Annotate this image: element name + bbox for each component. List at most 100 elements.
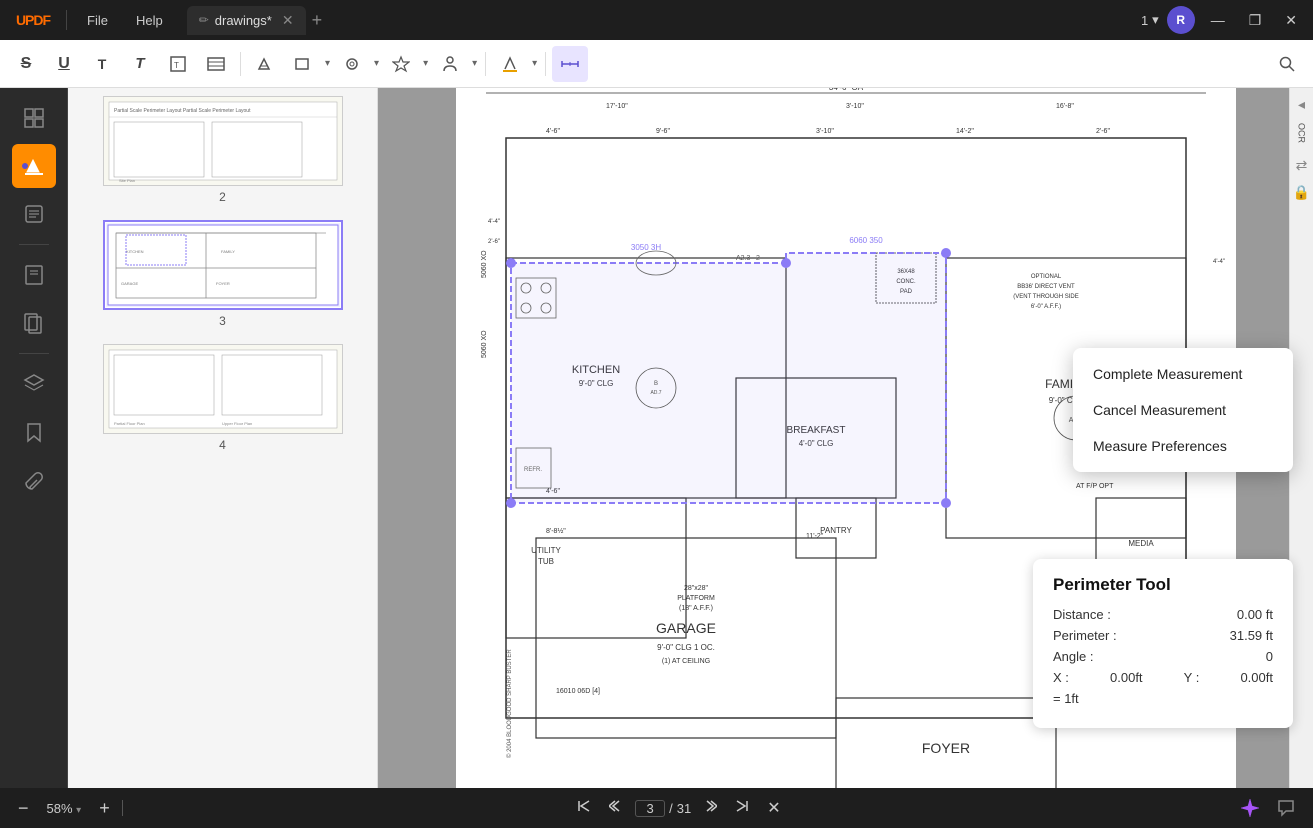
- help-menu[interactable]: Help: [124, 9, 175, 32]
- right-sidebar-convert[interactable]: ⇄: [1296, 157, 1308, 174]
- svg-text:(18" A.F.F.): (18" A.F.F.): [679, 605, 713, 612]
- sidebar-attachment-btn[interactable]: [12, 458, 56, 502]
- nav-last-btn[interactable]: [729, 795, 755, 822]
- sidebar-pages-btn[interactable]: [12, 301, 56, 345]
- sidebar-notes-btn[interactable]: [12, 192, 56, 236]
- tab-icon: ✏: [199, 13, 209, 27]
- zoom-in-btn[interactable]: +: [93, 796, 116, 821]
- right-sidebar-ocr[interactable]: OCR: [1297, 123, 1307, 143]
- sidebar-highlight-btn[interactable]: [12, 144, 56, 188]
- sidebar-active-dot: [22, 163, 28, 169]
- svg-text:TUB: TUB: [538, 557, 554, 566]
- sep2: [485, 52, 486, 76]
- cancel-measurement-item[interactable]: Cancel Measurement: [1073, 392, 1293, 428]
- sep1: [240, 52, 241, 76]
- sidebar-bookmark-btn[interactable]: [12, 410, 56, 454]
- sidebar-thumbnails-btn[interactable]: [12, 96, 56, 140]
- complete-measurement-item[interactable]: Complete Measurement: [1073, 356, 1293, 392]
- svg-text:A2.3: A2.3: [736, 255, 751, 262]
- stamp-btn[interactable]: [334, 46, 370, 82]
- color-fill-btn[interactable]: [492, 46, 528, 82]
- user-avatar[interactable]: R: [1167, 6, 1195, 34]
- close-bar-btn[interactable]: ✕: [761, 794, 786, 822]
- zoom-sep: [122, 800, 123, 816]
- text-box-btn[interactable]: T: [160, 46, 196, 82]
- file-menu[interactable]: File: [75, 9, 120, 32]
- strikethrough-btn[interactable]: S: [8, 46, 44, 82]
- main-area: Partial Scale Perimeter Layout Partial S…: [0, 88, 1313, 788]
- xy-row: X : 0.00ft Y : 0.00ft: [1053, 670, 1273, 685]
- chat-btn[interactable]: [1271, 793, 1301, 823]
- svg-text:UTILITY: UTILITY: [531, 546, 561, 555]
- shapes-arrow[interactable]: ▾: [323, 56, 332, 71]
- thumbnail-page-4[interactable]: Partial Floor Plan Upper Floor Plan 4: [68, 336, 377, 460]
- zoom-text: 58%: [47, 801, 73, 816]
- search-btn[interactable]: [1269, 46, 1305, 82]
- nav-prev-btn[interactable]: [603, 795, 629, 822]
- pdf-area[interactable]: 34'-6" OA 17'-10" 3'-10" 16'-8" 4'-6" 9'…: [378, 88, 1313, 788]
- svg-text:4'-6": 4'-6": [546, 128, 560, 135]
- tab-close-btn[interactable]: ✕: [282, 12, 294, 29]
- svg-text:PLATFORM: PLATFORM: [677, 595, 715, 602]
- close-btn[interactable]: ✕: [1277, 8, 1305, 33]
- sep3: [545, 52, 546, 76]
- right-sidebar-collapse[interactable]: ◂: [1298, 96, 1305, 113]
- person-btn[interactable]: [432, 46, 468, 82]
- text-btn[interactable]: T: [84, 46, 120, 82]
- svg-text:GARAGE: GARAGE: [121, 281, 138, 286]
- highlight-btn[interactable]: [247, 46, 283, 82]
- thumb-img-4[interactable]: Partial Floor Plan Upper Floor Plan: [103, 344, 343, 434]
- svg-text:BB36' DIRECT VENT: BB36' DIRECT VENT: [1017, 284, 1075, 290]
- minimize-btn[interactable]: —: [1203, 8, 1233, 32]
- ai-sparkle-btn[interactable]: [1235, 793, 1265, 823]
- svg-text:(1) AT CEILING: (1) AT CEILING: [661, 658, 709, 665]
- measure-preferences-item[interactable]: Measure Preferences: [1073, 428, 1293, 464]
- page-nav-arrow[interactable]: ▾: [1152, 12, 1159, 28]
- thumb-img-2[interactable]: Partial Scale Perimeter Layout Partial S…: [103, 96, 343, 186]
- svg-text:3'-10": 3'-10": [816, 128, 834, 135]
- perimeter-title: Perimeter Tool: [1053, 575, 1273, 595]
- sidebar-sep2: [19, 353, 49, 354]
- perimeter-value: 31.59 ft: [1230, 628, 1273, 643]
- tab-area: ✏ drawings* ✕ +: [187, 6, 1137, 35]
- zoom-out-btn[interactable]: −: [12, 796, 35, 821]
- text-edit-btn[interactable]: [198, 46, 234, 82]
- svg-text:16010 06D [4]: 16010 06D [4]: [556, 688, 600, 695]
- page-nav[interactable]: 1 ▾: [1141, 12, 1159, 28]
- shapes-btn[interactable]: [285, 46, 321, 82]
- new-tab-btn[interactable]: +: [312, 10, 323, 31]
- zoom-value[interactable]: 58% ▾: [41, 799, 88, 818]
- svg-text:4'-4": 4'-4": [488, 219, 500, 225]
- svg-text:5060 XO: 5060 XO: [481, 330, 488, 358]
- person-arrow[interactable]: ▾: [470, 56, 479, 71]
- underline-btn[interactable]: U: [46, 46, 82, 82]
- nav-next-btn[interactable]: [697, 795, 723, 822]
- sticker-btn[interactable]: [383, 46, 419, 82]
- svg-text:PANTRY: PANTRY: [820, 526, 852, 535]
- measure-btn[interactable]: [552, 46, 588, 82]
- thumb-img-3[interactable]: KITCHEN FAMILY GARAGE FOYER: [103, 220, 343, 310]
- page-current-input[interactable]: [635, 800, 665, 817]
- stamp-arrow[interactable]: ▾: [372, 56, 381, 71]
- svg-text:9'-0" CLG 1 OC.: 9'-0" CLG 1 OC.: [657, 643, 715, 652]
- sidebar-layers-btn[interactable]: [12, 362, 56, 406]
- thumbnail-page-2[interactable]: Partial Scale Perimeter Layout Partial S…: [68, 88, 377, 212]
- app-logo: UPDF: [8, 12, 58, 28]
- color-arrow[interactable]: ▾: [530, 56, 539, 71]
- thumbnail-page-3[interactable]: KITCHEN FAMILY GARAGE FOYER 3: [68, 212, 377, 336]
- right-sidebar-protect[interactable]: 🔒: [1293, 184, 1310, 201]
- svg-text:OPTIONAL: OPTIONAL: [1030, 274, 1061, 280]
- active-tab[interactable]: ✏ drawings* ✕: [187, 6, 306, 35]
- title-bar: UPDF File Help ✏ drawings* ✕ + 1 ▾ R — ❐…: [0, 0, 1313, 40]
- maximize-btn[interactable]: ❐: [1241, 8, 1270, 33]
- svg-text:FAMILY: FAMILY: [221, 249, 235, 254]
- sidebar-bookmarks-btn[interactable]: [12, 253, 56, 297]
- sticker-arrow[interactable]: ▾: [421, 56, 430, 71]
- zoom-dropdown-arrow[interactable]: ▾: [76, 805, 81, 816]
- text-bold-btn[interactable]: T: [122, 46, 158, 82]
- sidebar-highlight-wrap: [12, 144, 56, 188]
- svg-text:Partial Scale Perimeter Layout: Partial Scale Perimeter Layout Partial S…: [114, 108, 251, 114]
- svg-text:28"x28": 28"x28": [683, 585, 708, 592]
- svg-text:Upper Floor Plan: Upper Floor Plan: [222, 421, 252, 426]
- nav-first-btn[interactable]: [571, 795, 597, 822]
